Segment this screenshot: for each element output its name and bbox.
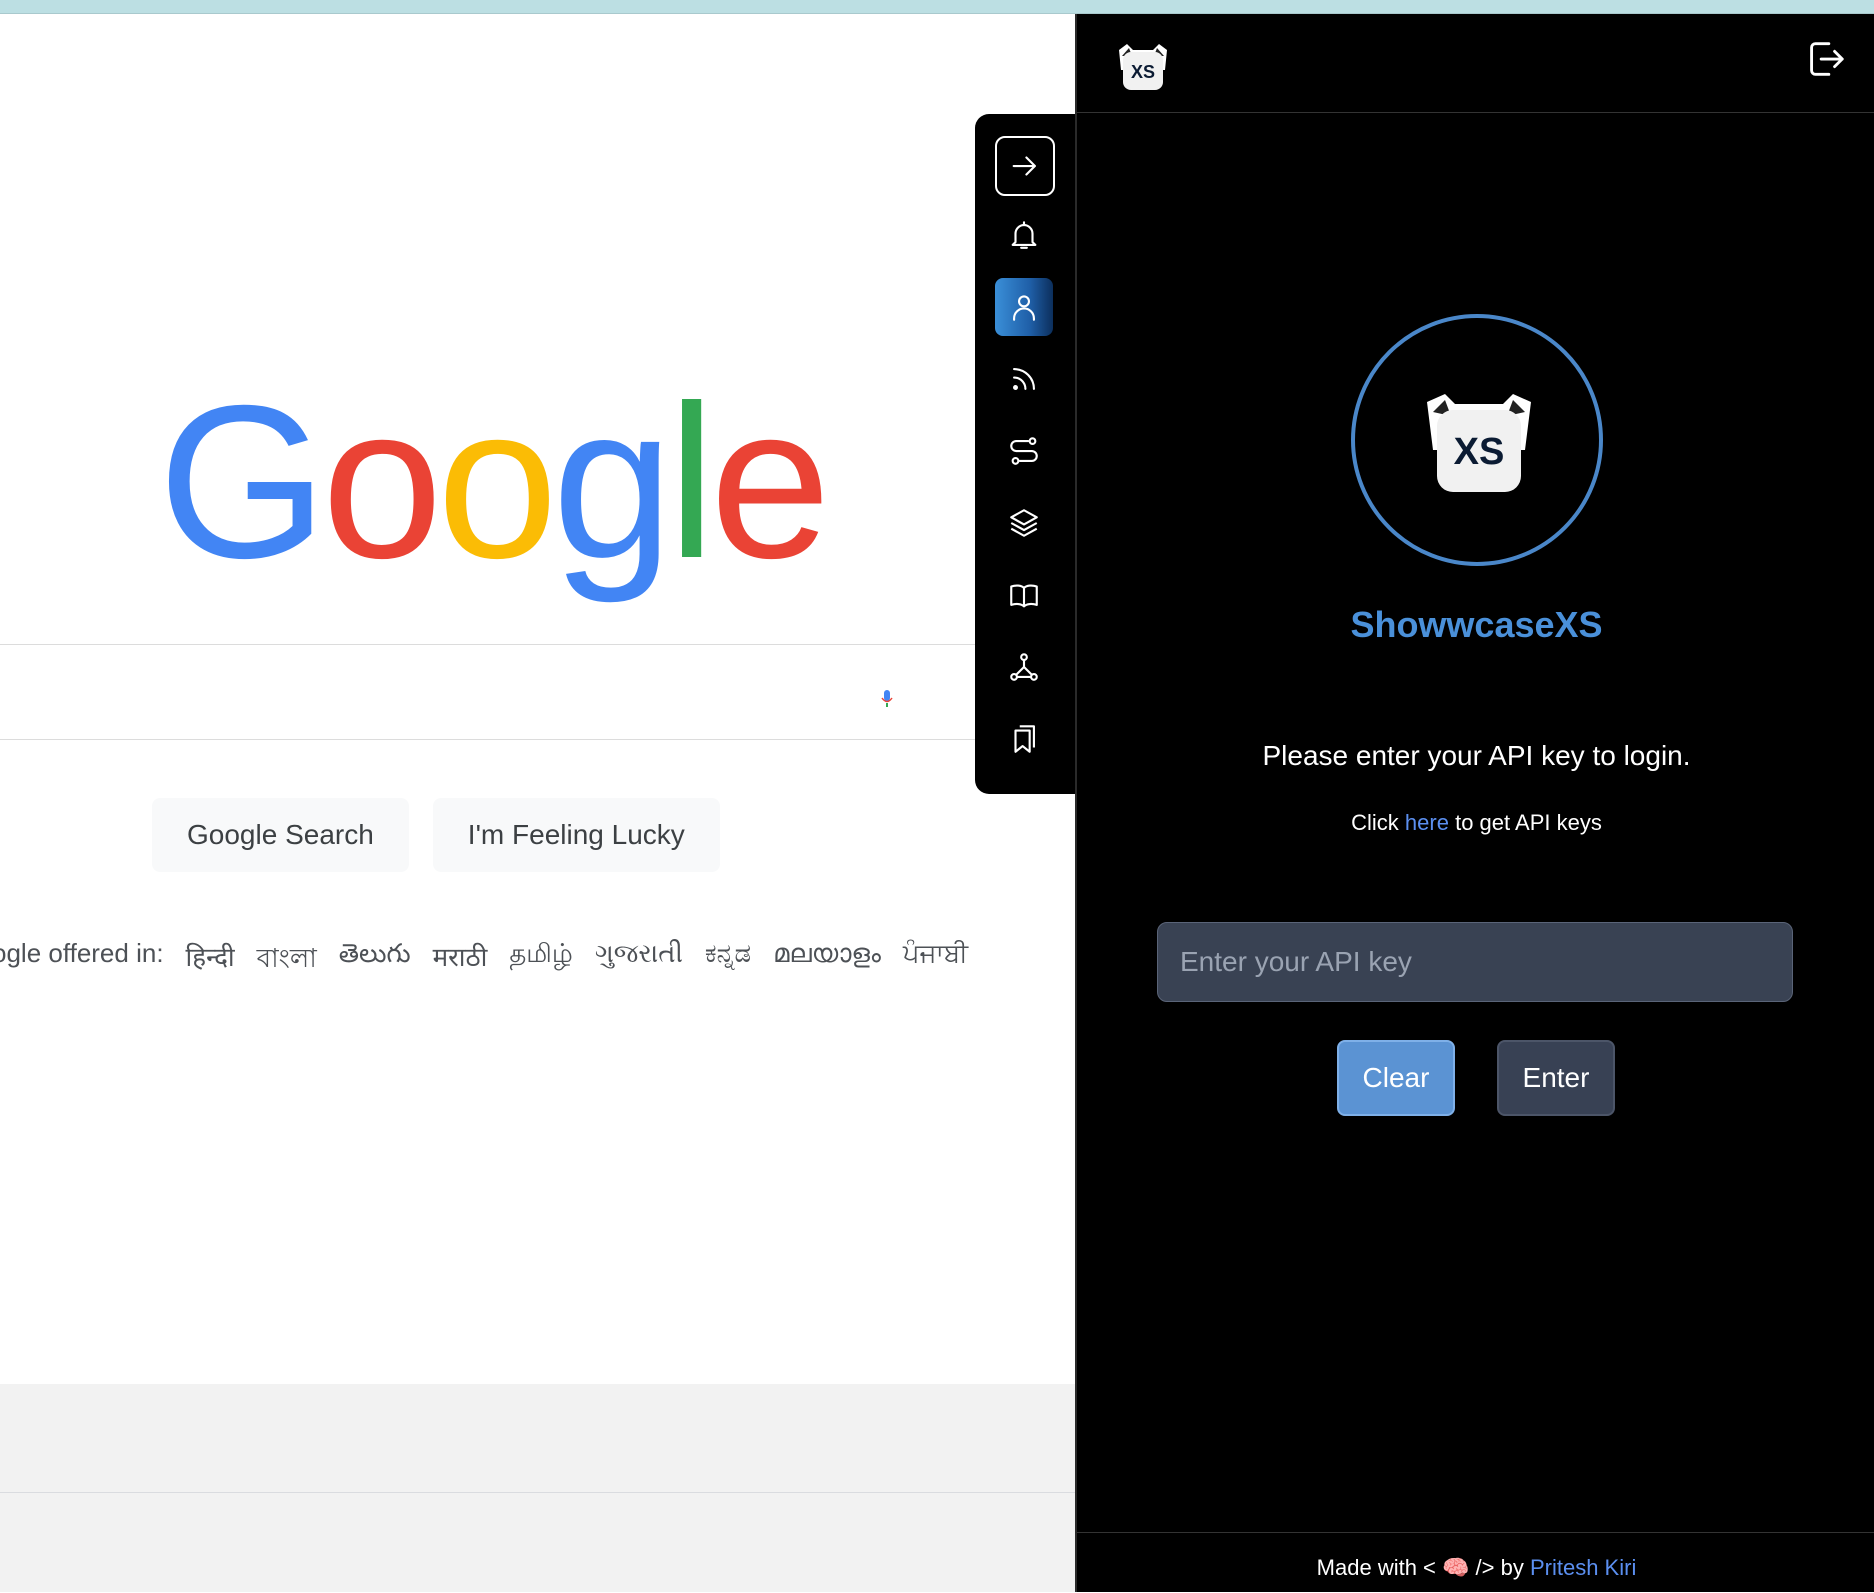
brain-icon: 🧠 [1442, 1555, 1470, 1580]
profile-button[interactable] [995, 278, 1053, 336]
bookmarks-button[interactable] [995, 710, 1053, 768]
feeling-lucky-button[interactable]: I'm Feeling Lucky [432, 798, 720, 872]
route-icon [1010, 437, 1038, 465]
logo-text: XS [1131, 62, 1155, 82]
language-link[interactable]: हिन्दी [186, 938, 235, 982]
large-logo-text: XS [1454, 431, 1505, 473]
login-prompt: Please enter your API key to login. [1262, 740, 1691, 771]
language-link[interactable]: తెలుగు [339, 938, 411, 982]
panel-footer: Made with < 🧠 /> by Pritesh Kiri [1077, 1532, 1874, 1593]
google-search-input[interactable] [0, 644, 1020, 740]
get-api-keys-link[interactable]: here [1405, 810, 1449, 835]
language-link[interactable]: தமிழ் [509, 938, 572, 982]
showwcase-logo-large-icon: XS [1427, 394, 1531, 492]
language-link[interactable]: বাংলা [257, 938, 317, 982]
logo-letter: G [158, 361, 328, 604]
collapse-panel-button[interactable] [995, 136, 1055, 196]
bell-icon [1011, 221, 1037, 249]
api-hint-prefix: Click [1351, 810, 1405, 835]
google-logo: Google [158, 361, 831, 604]
language-link[interactable]: मराठी [433, 938, 488, 982]
logo-letter: e [709, 361, 831, 604]
showwcase-logo-icon: XS [1119, 44, 1167, 90]
google-buttons: Google Search I'm Feeling Lucky [152, 798, 720, 872]
network-icon [1010, 653, 1038, 681]
language-link[interactable]: ಕನ್ನಡ [705, 938, 751, 982]
feed-button[interactable] [995, 350, 1053, 408]
google-footer-top [0, 1384, 1075, 1493]
offered-in-label: ogle offered in: [0, 938, 164, 968]
routes-button[interactable] [995, 422, 1053, 480]
browser-top-strip [0, 0, 1874, 14]
footer-credit: Made with < 🧠 /> by Pritesh Kiri [1077, 1555, 1874, 1581]
enter-button[interactable]: Enter [1497, 1040, 1615, 1116]
network-button[interactable] [995, 638, 1053, 696]
api-key-input[interactable] [1157, 922, 1793, 1002]
panel-header: XS [1077, 14, 1874, 113]
footer-middle: /> by [1469, 1555, 1530, 1580]
footer-prefix: Made with < [1316, 1555, 1443, 1580]
feed-icon [1013, 368, 1035, 390]
arrow-right-icon [1012, 156, 1036, 176]
logo-letter: l [667, 361, 716, 604]
logo-letter: o [321, 361, 443, 604]
microphone-icon[interactable] [880, 689, 894, 709]
logout-icon[interactable] [1802, 36, 1848, 82]
language-link[interactable]: ગુજરાતી [595, 938, 683, 982]
clear-button[interactable]: Clear [1337, 1040, 1455, 1116]
brand-title: ShowwcaseXS [1350, 604, 1603, 645]
logo-letter: o [436, 361, 558, 604]
google-page: Google Google Search I'm Feeling Lucky o… [0, 14, 1075, 1592]
google-footer-bottom [0, 1493, 1075, 1592]
layers-icon [1010, 509, 1038, 537]
language-link[interactable]: മലയാളം [773, 938, 881, 982]
language-link[interactable]: ਪੰਜਾਬੀ [903, 938, 968, 982]
avatar: XS [1351, 314, 1603, 566]
google-search-button[interactable]: Google Search [152, 798, 409, 872]
extension-side-toolbar [975, 114, 1075, 794]
notifications-button[interactable] [995, 206, 1053, 264]
library-button[interactable] [995, 566, 1053, 624]
language-list: ogle offered in: हिन्दी বাংলা తెలుగు मरा… [0, 938, 968, 982]
layers-button[interactable] [995, 494, 1053, 552]
author-link[interactable]: Pritesh Kiri [1530, 1555, 1636, 1580]
user-icon [1013, 295, 1035, 321]
bookmarks-icon [1014, 725, 1035, 753]
book-icon [1010, 584, 1038, 608]
showwcase-extension-panel: XS XS ShowwcaseXS Please enter your API … [1075, 14, 1874, 1592]
api-hint-suffix: to get API keys [1448, 810, 1602, 835]
logo-letter: g [552, 361, 673, 604]
api-key-hint: Click here to get API keys [1077, 810, 1874, 836]
